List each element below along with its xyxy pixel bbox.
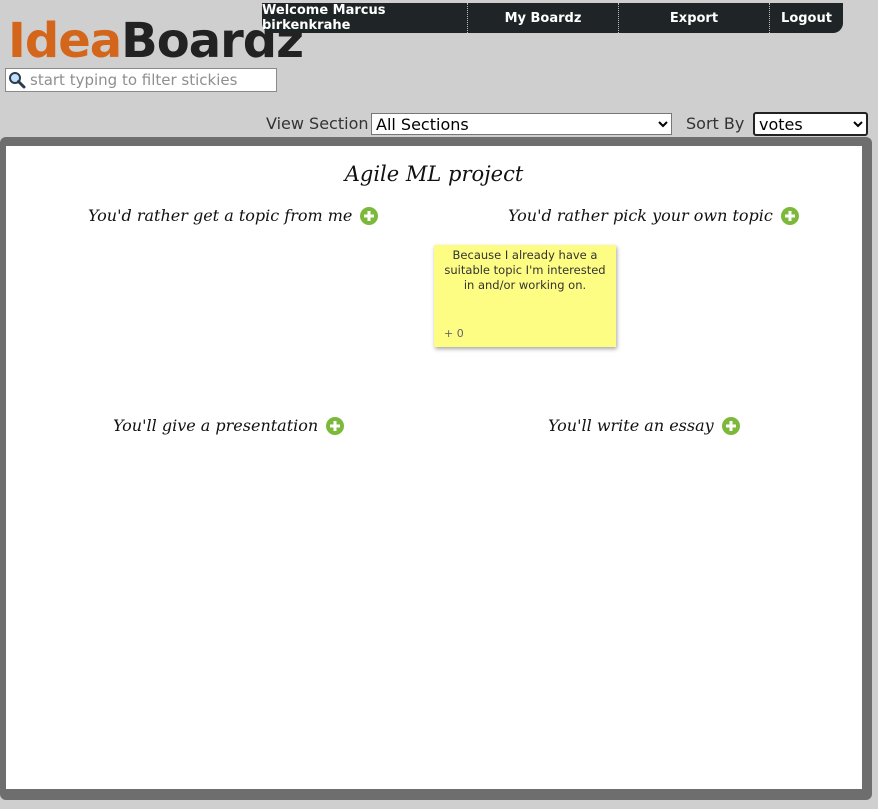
- add-icon[interactable]: [780, 206, 799, 225]
- filter-stickies-input[interactable]: [28, 70, 276, 90]
- add-icon[interactable]: [326, 416, 345, 435]
- sort-by-select[interactable]: votes: [753, 112, 868, 136]
- section-title: You'll give a presentation: [113, 416, 319, 435]
- ideaboardz-logo[interactable]: IdeaBoardz: [8, 13, 304, 69]
- section-header-get-topic: You'd rather get a topic from me: [88, 206, 379, 225]
- section-title: You'd rather get a topic from me: [88, 206, 353, 225]
- welcome-user-link[interactable]: Welcome Marcus birkenkrahe: [262, 3, 468, 33]
- sticky-vote-count[interactable]: + 0: [444, 327, 464, 340]
- magnifier-icon: [6, 69, 28, 91]
- section-header-essay: You'll write an essay: [548, 416, 740, 435]
- add-icon[interactable]: [360, 206, 379, 225]
- top-navigation: Welcome Marcus birkenkrahe My Boardz Exp…: [262, 3, 843, 33]
- sticky-note-text: Because I already have a suitable topic …: [444, 248, 606, 292]
- board-area: Agile ML project You'd rather get a topi…: [6, 146, 862, 789]
- my-boardz-link[interactable]: My Boardz: [468, 3, 619, 33]
- add-icon[interactable]: [721, 416, 740, 435]
- section-title: You'll write an essay: [548, 416, 714, 435]
- export-link[interactable]: Export: [619, 3, 770, 33]
- section-header-presentation: You'll give a presentation: [113, 416, 345, 435]
- section-header-pick-topic: You'd rather pick your own topic: [508, 206, 799, 225]
- sticky-note[interactable]: Because I already have a suitable topic …: [434, 245, 616, 347]
- section-title: You'd rather pick your own topic: [508, 206, 773, 225]
- view-section-select[interactable]: All Sections: [371, 113, 672, 135]
- logo-idea-text: Idea: [8, 13, 122, 69]
- sticky-filter-search: [5, 68, 277, 92]
- board-title: Agile ML project: [344, 162, 524, 186]
- sort-by-label: Sort By: [686, 114, 745, 133]
- view-section-label: View Section: [266, 114, 369, 133]
- logout-link[interactable]: Logout: [770, 3, 843, 33]
